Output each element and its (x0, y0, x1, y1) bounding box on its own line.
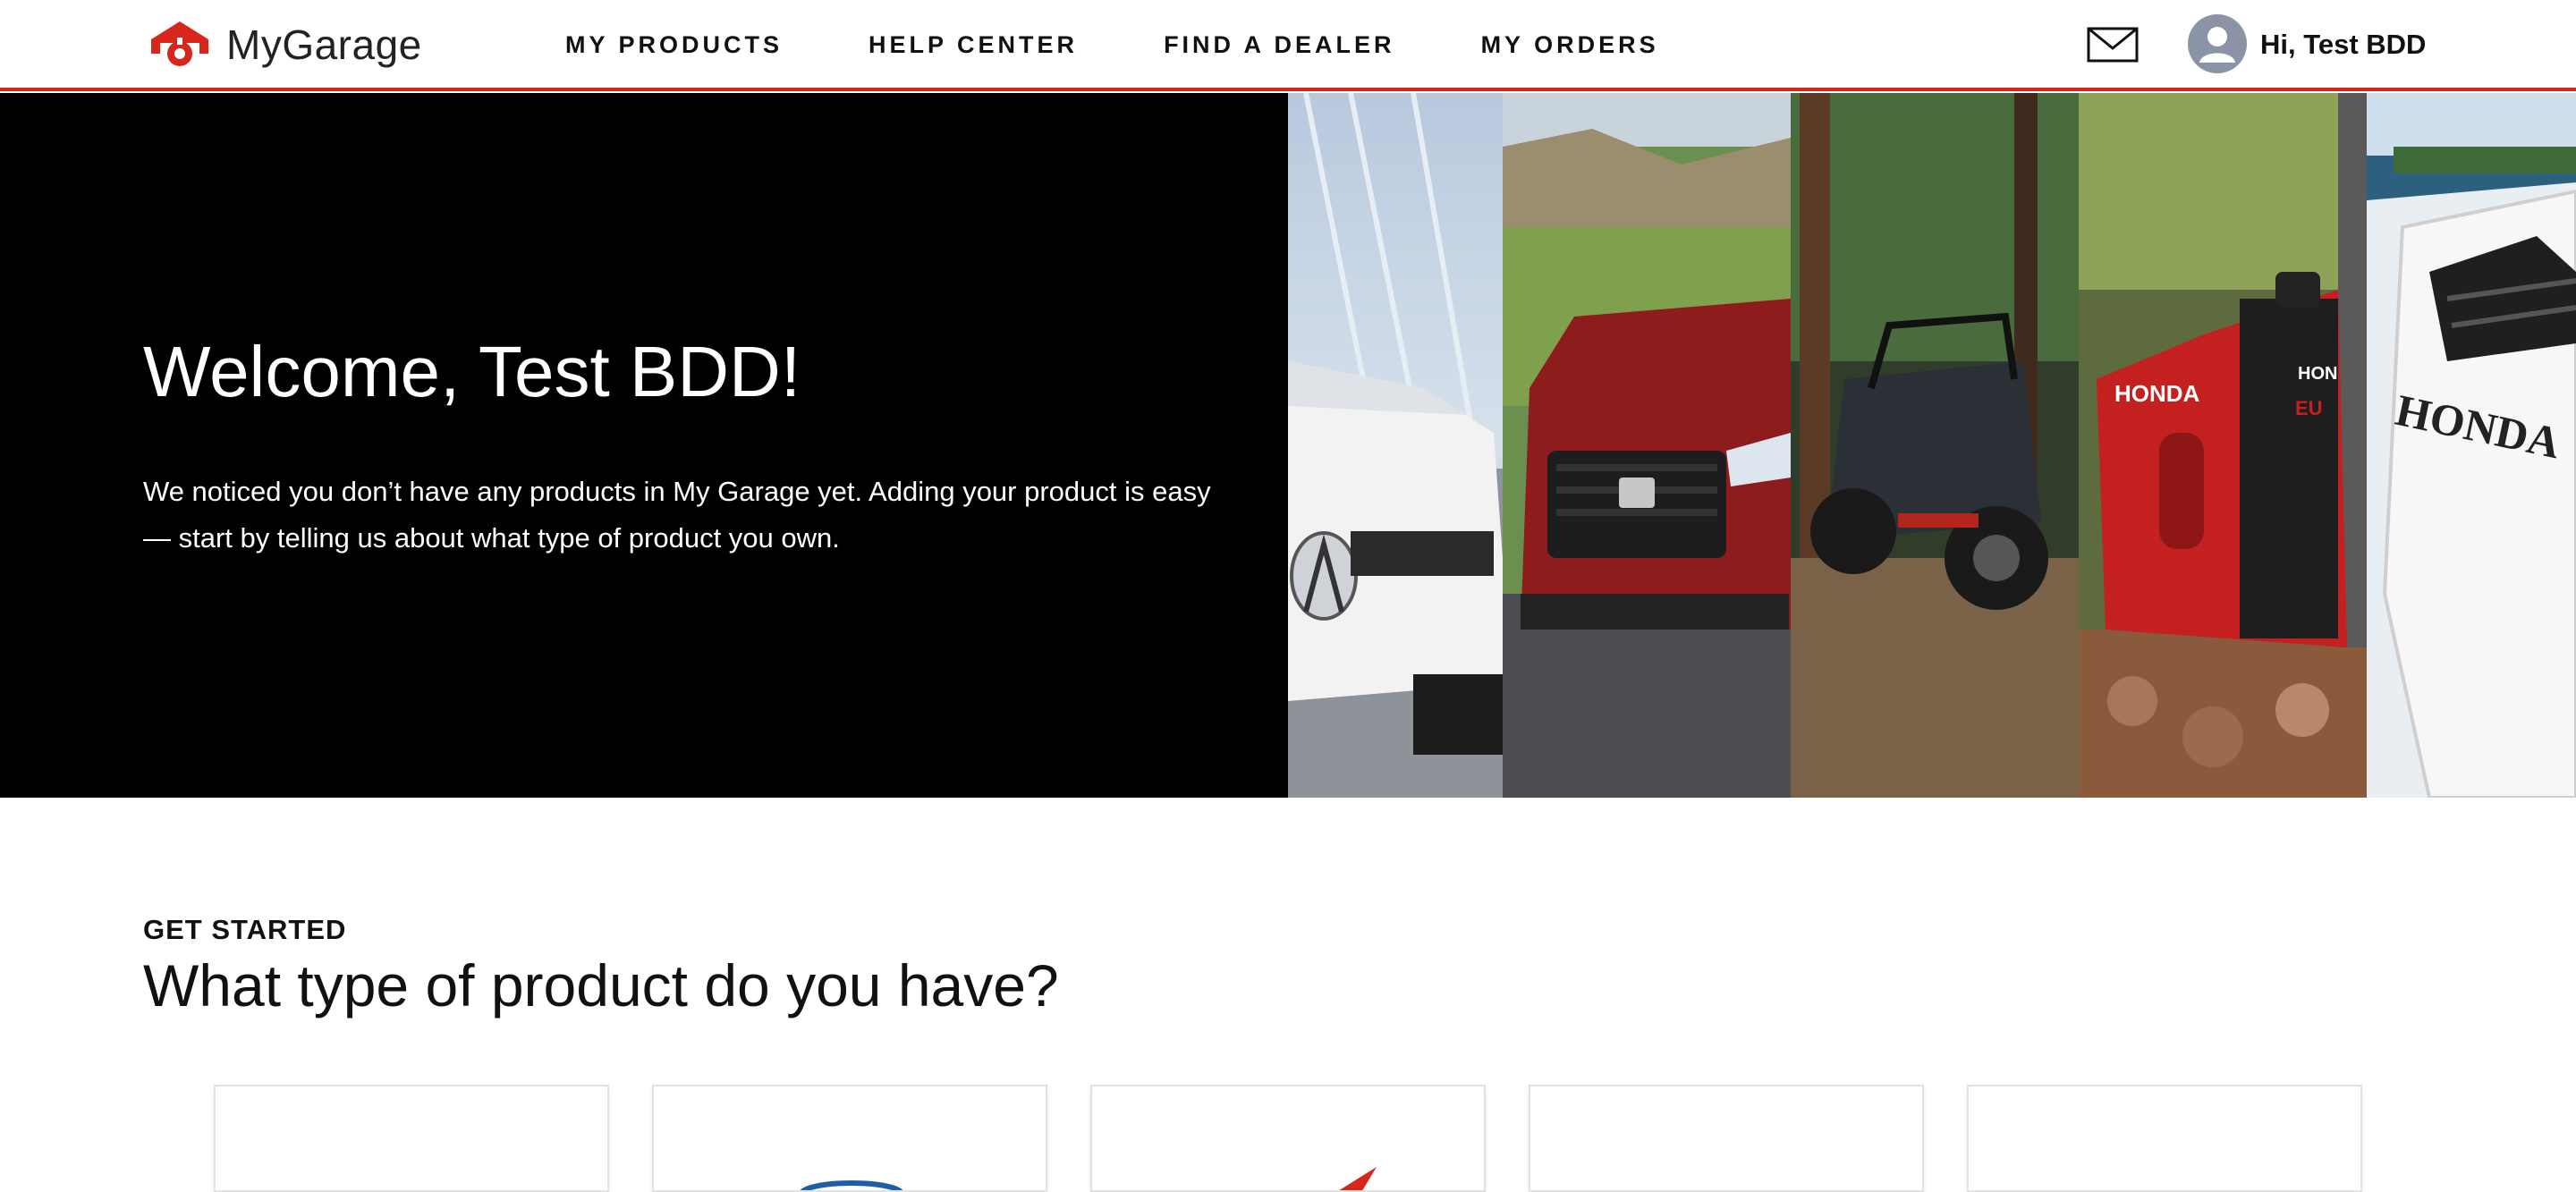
mygarage-logo[interactable]: MyGarage (148, 16, 422, 73)
welcome-hero: Welcome, Test BDD! We noticed you don’t … (0, 93, 2576, 798)
product-type-card-4[interactable] (1529, 1085, 1924, 1192)
hero-description: We noticed you don’t have any products i… (143, 476, 1211, 554)
user-greeting[interactable]: Hi, Test BDD (2260, 25, 2426, 64)
user-avatar-icon[interactable] (2188, 14, 2247, 73)
honda-outboard-image: HONDA (2367, 93, 2576, 798)
svg-text:EU: EU (2295, 397, 2323, 419)
product-collage: HONDA HON EU HONDA (1288, 93, 2576, 798)
honda-pickup-image (1503, 93, 1791, 798)
honda-side-by-side-image (1791, 93, 2079, 798)
get-started-eyebrow: GET STARTED (143, 914, 347, 945)
acura-sedan-image (1288, 93, 1503, 798)
product-logo-icon (1339, 1167, 1377, 1190)
product-type-card-3[interactable] (1090, 1085, 1486, 1192)
main-nav: MY PRODUCTS HELP CENTER FIND A DEALER MY… (565, 27, 1745, 63)
nav-my-products[interactable]: MY PRODUCTS (565, 27, 783, 63)
hero-title: Welcome, Test BDD! (143, 332, 801, 411)
generator-lettering: HONDA (2114, 380, 2200, 407)
svg-text:HON: HON (2298, 364, 2337, 384)
logo-text: MyGarage (226, 21, 422, 68)
top-header: MyGarage MY PRODUCTS HELP CENTER FIND A … (0, 0, 2576, 91)
product-type-card-1[interactable] (214, 1085, 609, 1192)
garage-logo-icon (151, 21, 208, 66)
mail-icon[interactable] (2087, 27, 2139, 63)
nav-my-orders[interactable]: MY ORDERS (1481, 27, 1659, 63)
product-type-card-2[interactable] (652, 1085, 1047, 1192)
product-logo-icon (800, 1180, 903, 1190)
honda-generator-image: HONDA HON EU (2079, 93, 2367, 798)
product-type-heading: What type of product do you have? (143, 952, 1059, 1019)
nav-find-a-dealer[interactable]: FIND A DEALER (1164, 27, 1395, 63)
nav-help-center[interactable]: HELP CENTER (869, 27, 1078, 63)
product-type-card-5[interactable] (1967, 1085, 2362, 1192)
